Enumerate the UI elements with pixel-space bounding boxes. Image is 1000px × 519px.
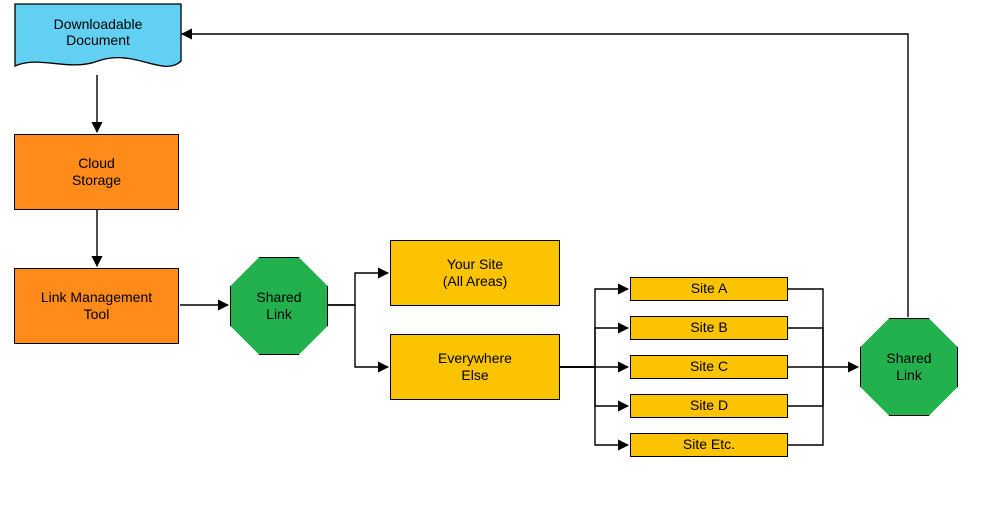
site-etc-label: Site Etc. <box>683 436 735 454</box>
site-etc-node: Site Etc. <box>630 433 788 457</box>
everywhere-else-label: EverywhereElse <box>438 350 512 385</box>
site-c-label: Site C <box>690 358 728 376</box>
site-b-label: Site B <box>690 319 727 337</box>
flowchart-canvas: DownloadableDocument CloudStorage Link M… <box>0 0 1000 519</box>
cloud-storage-node: CloudStorage <box>14 134 179 210</box>
link-tool-node: Link ManagementTool <box>14 268 179 344</box>
your-site-label: Your Site(All Areas) <box>443 256 508 291</box>
your-site-node: Your Site(All Areas) <box>390 240 560 306</box>
shared-link-1-node: SharedLink <box>230 257 328 355</box>
shared-link-2-node: SharedLink <box>860 318 958 416</box>
site-d-label: Site D <box>690 397 728 415</box>
shared-link-1-label: SharedLink <box>256 289 301 324</box>
shared-link-2-label: SharedLink <box>886 350 931 385</box>
cloud-storage-label: CloudStorage <box>72 155 121 190</box>
site-d-node: Site D <box>630 394 788 418</box>
site-b-node: Site B <box>630 316 788 340</box>
link-tool-label: Link ManagementTool <box>41 289 152 324</box>
site-c-node: Site C <box>630 355 788 379</box>
site-a-label: Site A <box>691 280 728 298</box>
everywhere-else-node: EverywhereElse <box>390 334 560 400</box>
document-label: DownloadableDocument <box>14 8 182 56</box>
site-a-node: Site A <box>630 277 788 301</box>
